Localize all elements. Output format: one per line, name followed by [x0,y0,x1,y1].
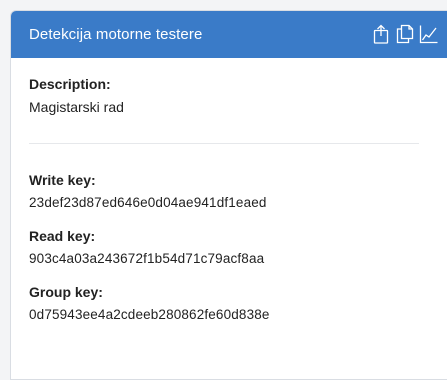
read-key-value[interactable]: 903c4a03a243672f1b54d71c79acf8aa [29,251,435,266]
card-title: Detekcija motorne testere [29,26,203,43]
chart-icon[interactable] [419,23,439,45]
description-label: Description: [29,76,111,92]
divider [29,143,419,144]
channel-card: Detekcija motorne testere Description: M… [10,10,447,380]
read-key-group: Read key: 903c4a03a243672f1b54d71c79acf8… [29,228,435,266]
description-section: Description: Magistarski rad [29,76,435,115]
export-icon[interactable] [371,23,391,45]
card-header: Detekcija motorne testere [11,11,447,58]
read-key-label: Read key: [29,228,96,244]
copy-icon[interactable] [395,23,415,45]
write-key-group: Write key: 23def23d87ed646e0d04ae941df1e… [29,172,435,210]
header-actions [371,23,439,45]
write-key-label: Write key: [29,172,96,188]
group-key-group: Group key: 0d75943ee4a2cdeeb280862fe60d8… [29,284,435,322]
description-value: Magistarski rad [29,99,124,115]
group-key-label: Group key: [29,284,103,300]
card-body: Description: Magistarski rad Write key: … [11,58,447,322]
group-key-value[interactable]: 0d75943ee4a2cdeeb280862fe60d838e [29,307,435,322]
write-key-value[interactable]: 23def23d87ed646e0d04ae941df1eaed [29,195,435,210]
